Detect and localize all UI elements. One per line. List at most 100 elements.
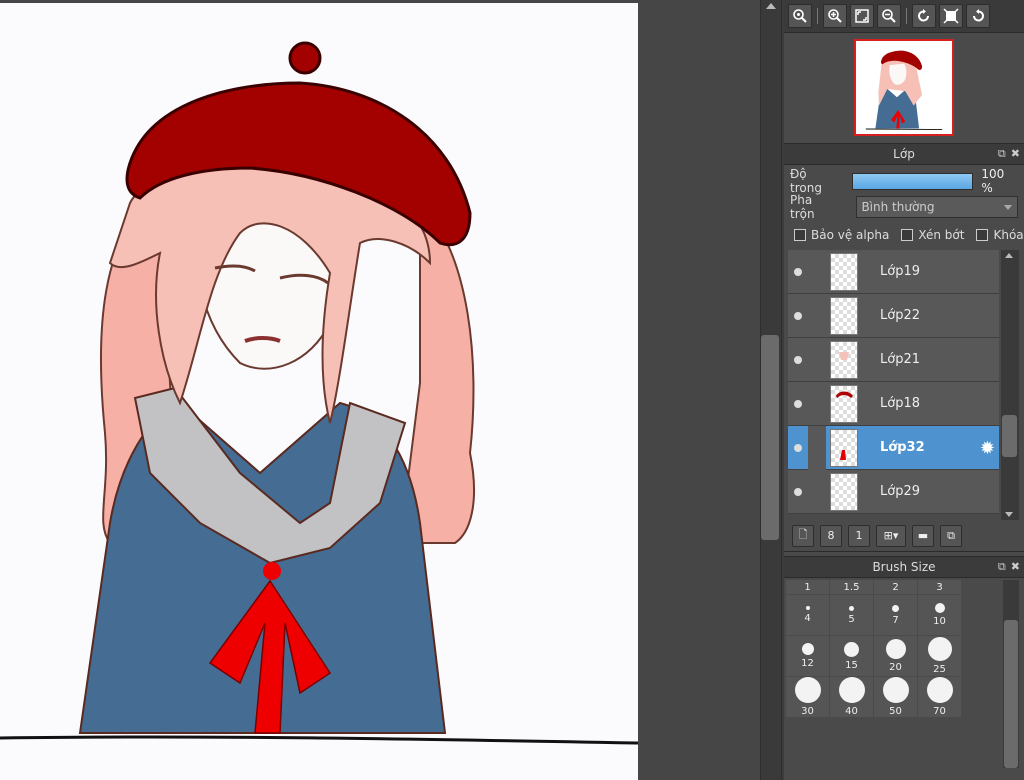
layer-thumbnail <box>830 428 858 467</box>
zoom-fit-icon[interactable] <box>788 4 812 28</box>
popout-icon[interactable]: ⧉ <box>998 144 1006 164</box>
scrollbar-thumb[interactable] <box>1004 620 1018 768</box>
visibility-icon[interactable] <box>788 355 808 364</box>
toolbar-separator <box>906 8 907 24</box>
scroll-up-arrow-icon[interactable] <box>1005 253 1013 258</box>
scroll-up-arrow-icon[interactable] <box>766 3 776 9</box>
layer-row-selected[interactable]: Lớp32 ✹ <box>788 425 999 470</box>
blend-label: Pha trộn <box>790 193 815 221</box>
rotate-right-icon[interactable] <box>966 4 990 28</box>
drawing-canvas[interactable] <box>0 3 638 780</box>
popout-icon[interactable]: ⧉ <box>998 557 1006 577</box>
rotate-left-icon[interactable] <box>912 4 936 28</box>
brush-size-option[interactable]: 30 <box>786 677 829 717</box>
navigator-preview[interactable] <box>784 33 1024 143</box>
visibility-icon[interactable] <box>788 267 808 276</box>
layer-row[interactable]: Lớp18 <box>788 382 999 426</box>
visibility-icon[interactable] <box>788 311 808 320</box>
gear-icon[interactable]: ✹ <box>980 438 995 459</box>
blend-mode-value: Bình thường <box>861 200 935 214</box>
layer-list-container: Lớp19 Lớp22 Lớp21 Lớp18 Lớp32 ✹ Lớp29 <box>784 250 1024 520</box>
blend-mode-select[interactable]: Bình thường <box>856 196 1018 218</box>
layer-name: Lớp19 <box>880 264 920 279</box>
zoom-in-icon[interactable] <box>823 4 847 28</box>
brush-size-option[interactable]: 10 <box>918 595 961 635</box>
layer-options: Bảo vệ alpha Xén bớt Khóa <box>784 220 1024 250</box>
brush-size-option[interactable]: 15 <box>830 636 873 676</box>
brush-size-option[interactable]: 5 <box>830 595 873 635</box>
toolbar-separator <box>817 8 818 24</box>
checkbox-box[interactable] <box>901 229 914 241</box>
layer-name: Lớp29 <box>880 484 920 499</box>
layer-thumbnail <box>830 252 858 291</box>
scrollbar-thumb[interactable] <box>761 335 779 540</box>
layer-name: Lớp18 <box>880 396 920 411</box>
visibility-icon[interactable] <box>788 399 808 408</box>
visibility-icon[interactable] <box>788 487 808 496</box>
brush-size-option[interactable]: 7 <box>874 595 917 635</box>
lock-label: Khóa <box>993 228 1024 242</box>
close-icon[interactable]: ✖ <box>1011 557 1020 577</box>
brush-panel-title: Brush Size <box>872 560 936 574</box>
app-window: Lớp ⧉ ✖ Độ trong 100 % Pha trộn Bình thư… <box>0 0 1024 780</box>
brush-size-option[interactable]: 2 <box>874 580 917 594</box>
layer-row[interactable]: Lớp22 <box>788 294 999 338</box>
protect-alpha-label: Bảo vệ alpha <box>811 228 890 242</box>
layer-name: Lớp21 <box>880 352 920 367</box>
visibility-icon[interactable] <box>788 443 808 452</box>
brush-size-option[interactable]: 1.5 <box>830 580 873 594</box>
brush-size-option[interactable]: 25 <box>918 636 961 676</box>
layer-name: Lớp22 <box>880 308 920 323</box>
layer-thumbnail <box>830 472 858 511</box>
brush-size-option[interactable]: 40 <box>830 677 873 717</box>
scroll-down-arrow-icon[interactable] <box>1005 512 1013 517</box>
protect-alpha-checkbox[interactable]: Bảo vệ alpha <box>794 228 889 242</box>
brush-size-option[interactable]: 12 <box>786 636 829 676</box>
opacity-value: 100 % <box>981 167 1005 195</box>
layer-row[interactable]: Lớp29 <box>788 470 999 514</box>
canvas-vertical-scrollbar[interactable] <box>760 0 782 780</box>
layer-row[interactable]: Lớp19 <box>788 250 999 294</box>
zoom-out-icon[interactable] <box>877 4 901 28</box>
fit-screen-icon[interactable] <box>850 4 874 28</box>
duplicate-layer-icon[interactable]: ⧉ <box>940 524 962 547</box>
brush-size-area: 1 1.5 2 3 4 5 7 10 12 15 20 25 30 40 50 … <box>784 578 1024 768</box>
brush-size-option[interactable]: 20 <box>874 636 917 676</box>
opacity-slider[interactable] <box>852 172 974 190</box>
clipping-checkbox[interactable]: Xén bớt <box>901 228 964 242</box>
panel-controls: ⧉ ✖ <box>998 557 1020 577</box>
checkbox-box[interactable] <box>794 229 806 241</box>
new-8bit-layer-icon[interactable]: 8 <box>820 524 842 547</box>
brush-panel-scrollbar[interactable] <box>1003 580 1019 768</box>
navigator-thumbnail[interactable] <box>854 39 954 136</box>
new-layer-icon[interactable]: 🗋 <box>792 524 814 547</box>
layer-list[interactable]: Lớp19 Lớp22 Lớp21 Lớp18 Lớp32 ✹ Lớp29 <box>788 250 999 520</box>
brush-size-grid: 1 1.5 2 3 4 5 7 10 12 15 20 25 30 40 50 … <box>786 580 962 717</box>
lock-checkbox[interactable]: Khóa <box>976 228 1024 242</box>
brush-size-option[interactable]: 3 <box>918 580 961 594</box>
brush-size-option[interactable]: 70 <box>918 677 961 717</box>
blend-row: Pha trộn Bình thường <box>784 193 1024 221</box>
layer-panel-title: Lớp <box>893 147 915 161</box>
brush-size-option[interactable]: 50 <box>874 677 917 717</box>
opacity-row: Độ trong 100 % <box>784 167 1024 195</box>
layer-name: Lớp32 <box>880 440 925 455</box>
side-panel: Lớp ⧉ ✖ Độ trong 100 % Pha trộn Bình thư… <box>784 0 1024 780</box>
checkbox-box[interactable] <box>976 229 989 241</box>
layer-list-scrollbar[interactable] <box>1001 250 1019 520</box>
layer-toolbar: 🗋 8 1 ⊞▾ ▬ ⧉ <box>784 520 1024 552</box>
layer-panel-header: Lớp ⧉ ✖ <box>784 143 1024 165</box>
close-icon[interactable]: ✖ <box>1011 144 1020 164</box>
brush-size-option[interactable]: 4 <box>786 595 829 635</box>
canvas-area[interactable] <box>0 0 760 780</box>
new-1bit-layer-icon[interactable]: 1 <box>848 524 870 547</box>
artwork-illustration <box>0 41 638 745</box>
add-layer-dropdown-icon[interactable]: ⊞▾ <box>876 524 906 547</box>
reset-view-icon[interactable] <box>939 4 963 28</box>
layer-row[interactable]: Lớp21 <box>788 338 999 382</box>
scrollbar-thumb[interactable] <box>1002 415 1017 457</box>
brush-panel-header: Brush Size ⧉ ✖ <box>784 556 1024 578</box>
brush-size-option[interactable]: 1 <box>786 580 829 594</box>
folder-icon[interactable]: ▬ <box>912 524 934 547</box>
opacity-label: Độ trong <box>790 167 822 195</box>
